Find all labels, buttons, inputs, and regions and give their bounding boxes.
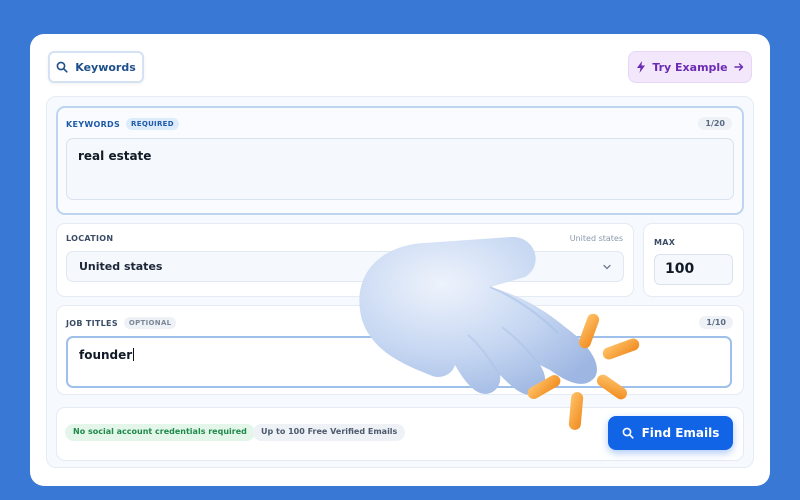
required-badge: REQUIRED: [126, 118, 179, 130]
location-selected: United states: [79, 260, 163, 273]
optional-badge: OPTIONAL: [123, 317, 177, 329]
arrow-right-icon: [733, 63, 743, 71]
keywords-label-row: KEYWORDS REQUIRED: [66, 118, 179, 130]
try-example-label: Try Example: [652, 60, 728, 74]
job-titles-counter: 1/10: [699, 316, 733, 329]
pointing-hand-icon: [359, 236, 640, 430]
hand-shape: [359, 236, 597, 395]
keywords-button[interactable]: Keywords: [48, 51, 144, 83]
search-icon: [56, 61, 68, 73]
keywords-input[interactable]: real estate: [66, 138, 734, 200]
keywords-label: KEYWORDS: [66, 119, 121, 129]
keywords-counter: 1/20: [698, 117, 732, 130]
find-emails-label: Find Emails: [641, 426, 720, 440]
job-titles-input-value: founder: [79, 348, 133, 362]
text-caret: [133, 348, 135, 361]
job-titles-label: JOB TITLES: [66, 318, 118, 328]
keywords-button-label: Keywords: [75, 60, 136, 74]
job-titles-label-row: JOB TITLES OPTIONAL: [66, 317, 177, 329]
no-credentials-pill: No social account credentials required: [65, 424, 255, 441]
lightning-icon: [637, 61, 646, 73]
max-label: MAX: [654, 238, 676, 247]
location-label: LOCATION: [66, 234, 114, 243]
max-input[interactable]: 100: [654, 254, 733, 285]
keywords-input-value: real estate: [78, 149, 152, 163]
keywords-section: KEYWORDS REQUIRED 1/20 real estate: [56, 106, 744, 215]
max-section: MAX 100: [643, 223, 744, 297]
try-example-button[interactable]: Try Example: [628, 51, 752, 83]
